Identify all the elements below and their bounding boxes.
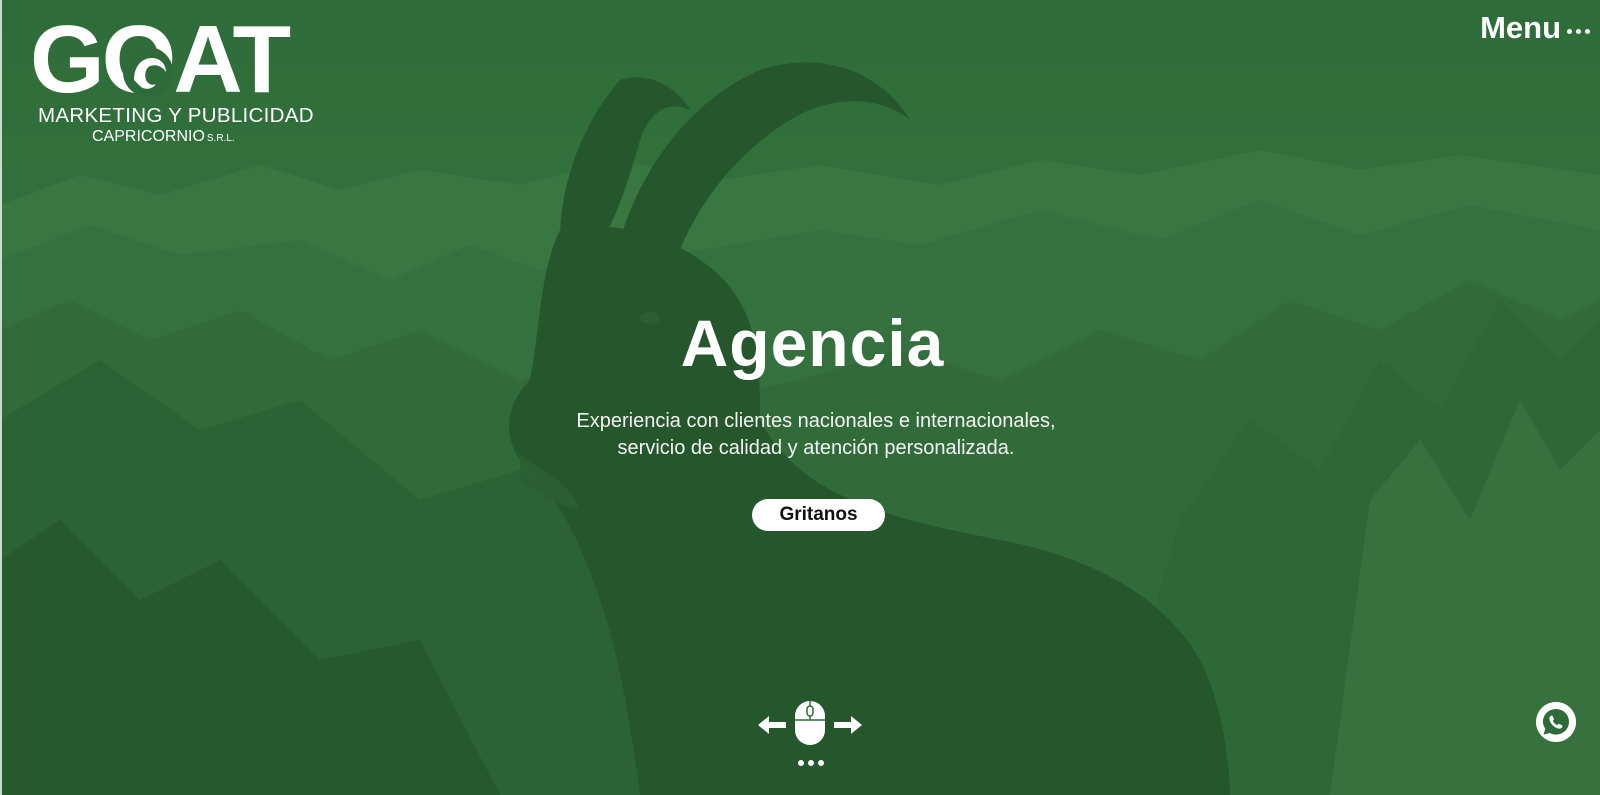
cta-button[interactable]: Gritanos bbox=[752, 499, 885, 531]
logo-tagline-line1: MARKETING Y PUBLICIDAD bbox=[38, 104, 314, 127]
menu-button[interactable]: Menu bbox=[1480, 10, 1590, 46]
hero-subtitle-line2: servicio de calidad y atención personali… bbox=[617, 437, 1015, 459]
slide-dot[interactable] bbox=[818, 760, 824, 766]
slide-navigation bbox=[756, 700, 864, 776]
brand-logo[interactable]: GOAT MARKETING Y PUBLICIDAD CAPRICORNIOS… bbox=[30, 12, 315, 148]
dots-horizontal-icon bbox=[1567, 28, 1590, 34]
hero-title: Agencia bbox=[680, 306, 945, 380]
arrow-right-icon[interactable] bbox=[832, 714, 864, 736]
goat-head-icon bbox=[123, 47, 173, 97]
logo-company-suffix: S.R.L. bbox=[206, 133, 235, 144]
logo-tagline-line2: CAPRICORNIO S.R.L. bbox=[92, 128, 235, 146]
hero-subtitle-line1: Experiencia con clientes nacionales e in… bbox=[576, 410, 1056, 432]
mouse-icon bbox=[795, 701, 825, 745]
arrow-left-icon[interactable] bbox=[756, 714, 788, 736]
left-edge-border bbox=[0, 0, 2, 795]
menu-label: Menu bbox=[1480, 10, 1561, 45]
slide-dot[interactable] bbox=[798, 760, 804, 766]
whatsapp-icon bbox=[1536, 702, 1576, 742]
hero-subtitle: Experiencia con clientes nacionales e in… bbox=[0, 408, 1600, 462]
slide-indicator-dots bbox=[798, 760, 824, 766]
logo-company-name: CAPRICORNIO bbox=[92, 128, 205, 145]
whatsapp-chat-button[interactable] bbox=[1536, 702, 1576, 742]
slide-dot[interactable] bbox=[808, 760, 814, 766]
